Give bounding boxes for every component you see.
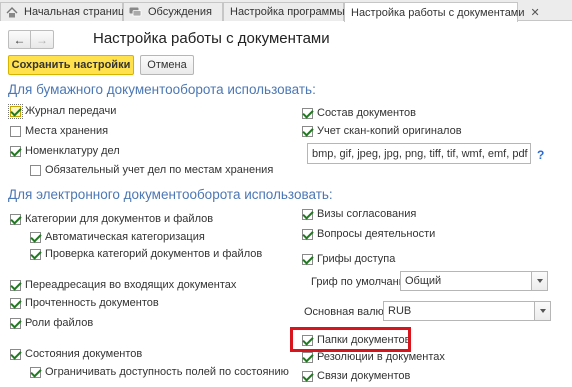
home-icon [6,6,18,18]
checkbox-mandatory-case-accounting[interactable]: Обязательный учет дел по местам хранения [30,164,273,176]
checkbox-label: Вопросы деятельности [317,228,436,240]
checkbox-icon[interactable] [10,279,21,291]
checkbox-label: Роли файлов [25,317,94,329]
checkbox-case-nomenclature[interactable]: Номенклатуру дел [10,145,120,157]
forward-arrow-icon[interactable]: → [31,31,53,48]
checkbox-label: Журнал передачи [25,105,117,117]
checkbox-label: Номенклатуру дел [25,145,120,157]
checkbox-label: Ограничивать доступность полей по состоя… [45,366,289,378]
save-settings-button[interactable]: Сохранить настройки [8,55,134,75]
checkbox-icon[interactable] [30,248,41,260]
tab-bar: Начальная страница Обсуждения Настройка … [0,0,572,22]
checkbox-icon[interactable] [10,213,21,225]
scan-formats-field[interactable]: bmp, gif, jpeg, jpg, png, tiff, tif, wmf… [307,143,531,164]
checkbox-icon[interactable] [302,208,313,220]
tab-label: Начальная страница [24,6,131,18]
checkbox-icon[interactable] [302,228,313,240]
checkbox-document-states[interactable]: Состояния документов [10,348,142,360]
tab-label: Настройка работы с документами [351,6,525,19]
checkbox-icon[interactable] [302,253,313,265]
tab-program-settings[interactable]: Настройка программы [223,2,345,21]
checkbox-categories[interactable]: Категории для документов и файлов [10,213,213,225]
highlight-frame [290,327,411,352]
checkbox-read-status[interactable]: Прочтенность документов [10,297,159,309]
back-arrow-icon[interactable]: ← [9,31,31,48]
checkbox-icon[interactable] [8,103,23,119]
checkbox-icon[interactable] [30,366,41,378]
checkbox-label: Грифы доступа [317,253,396,265]
chevron-down-icon[interactable] [534,302,550,320]
checkbox-icon[interactable] [10,317,21,329]
checkbox-label: Автоматическая категоризация [45,231,205,243]
checkbox-document-links[interactable]: Связи документов [302,370,410,382]
checkbox-label: Места хранения [25,125,109,137]
checkbox-icon[interactable] [30,231,41,243]
checkbox-transfer-journal[interactable]: Журнал передачи [8,103,117,119]
checkbox-access-stamps[interactable]: Грифы доступа [302,253,395,265]
checkbox-resolutions[interactable]: Резолюции в документах [302,351,445,363]
nav-buttons: ← → [8,30,54,49]
checkbox-label: Обязательный учет дел по местам хранения [45,164,274,176]
close-icon[interactable]: ✕ [531,6,540,19]
checkbox-icon[interactable] [302,370,313,382]
checkbox-label: Визы согласования [317,208,417,220]
checkbox-icon[interactable] [302,107,313,119]
checkbox-document-composition[interactable]: Состав документов [302,107,416,119]
checkbox-icon[interactable] [30,164,41,176]
tab-label: Обсуждения [148,6,212,18]
checkbox-icon[interactable] [302,125,313,137]
cancel-button[interactable]: Отмена [140,55,194,75]
electronic-section-heading: Для электронного документооборота исполь… [8,187,333,202]
checkbox-activity-issues[interactable]: Вопросы деятельности [302,228,435,240]
checkbox-category-check[interactable]: Проверка категорий документов и файлов [30,248,262,260]
default-stamp-value: Общий [405,275,442,287]
currency-select[interactable]: RUB [383,301,551,321]
checkbox-icon[interactable] [302,351,313,363]
checkbox-readdressing[interactable]: Переадресация во входящих документах [10,279,236,291]
checkbox-approval-visas[interactable]: Визы согласования [302,208,416,220]
checkbox-label: Состав документов [317,107,416,119]
checkbox-label: Проверка категорий документов и файлов [45,248,263,260]
tab-home[interactable]: Начальная страница [0,2,130,21]
checkbox-file-roles[interactable]: Роли файлов [10,317,93,329]
checkbox-scan-copies[interactable]: Учет скан-копий оригиналов [302,125,462,137]
chevron-down-icon[interactable] [531,272,547,290]
checkbox-label: Учет скан-копий оригиналов [317,125,462,137]
checkbox-icon[interactable] [10,125,21,137]
page-title: Настройка работы с документами [93,30,330,47]
checkbox-restrict-fields-by-state[interactable]: Ограничивать доступность полей по состоя… [30,366,289,378]
checkbox-label: Категории для документов и файлов [25,213,214,225]
tab-document-settings[interactable]: Настройка работы с документами ✕ [344,2,540,22]
default-stamp-select[interactable]: Общий [400,271,548,291]
tab-discussions[interactable]: Обсуждения [123,2,223,21]
tab-label: Настройка программы [230,6,345,18]
checkbox-icon[interactable] [10,145,21,157]
checkbox-label: Резолюции в документах [317,351,445,363]
chat-icon [129,7,142,18]
checkbox-label: Связи документов [317,370,411,382]
checkbox-icon[interactable] [10,348,21,360]
help-icon[interactable]: ? [537,148,544,162]
checkbox-auto-categorization[interactable]: Автоматическая категоризация [30,231,205,243]
checkbox-label: Переадресация во входящих документах [25,279,237,291]
currency-value: RUB [388,305,412,317]
checkbox-icon[interactable] [10,297,21,309]
checkbox-storage-places[interactable]: Места хранения [10,125,108,137]
checkbox-label: Прочтенность документов [25,297,159,309]
paper-section-heading: Для бумажного документооборота использов… [8,82,316,97]
checkbox-label: Состояния документов [25,348,143,360]
